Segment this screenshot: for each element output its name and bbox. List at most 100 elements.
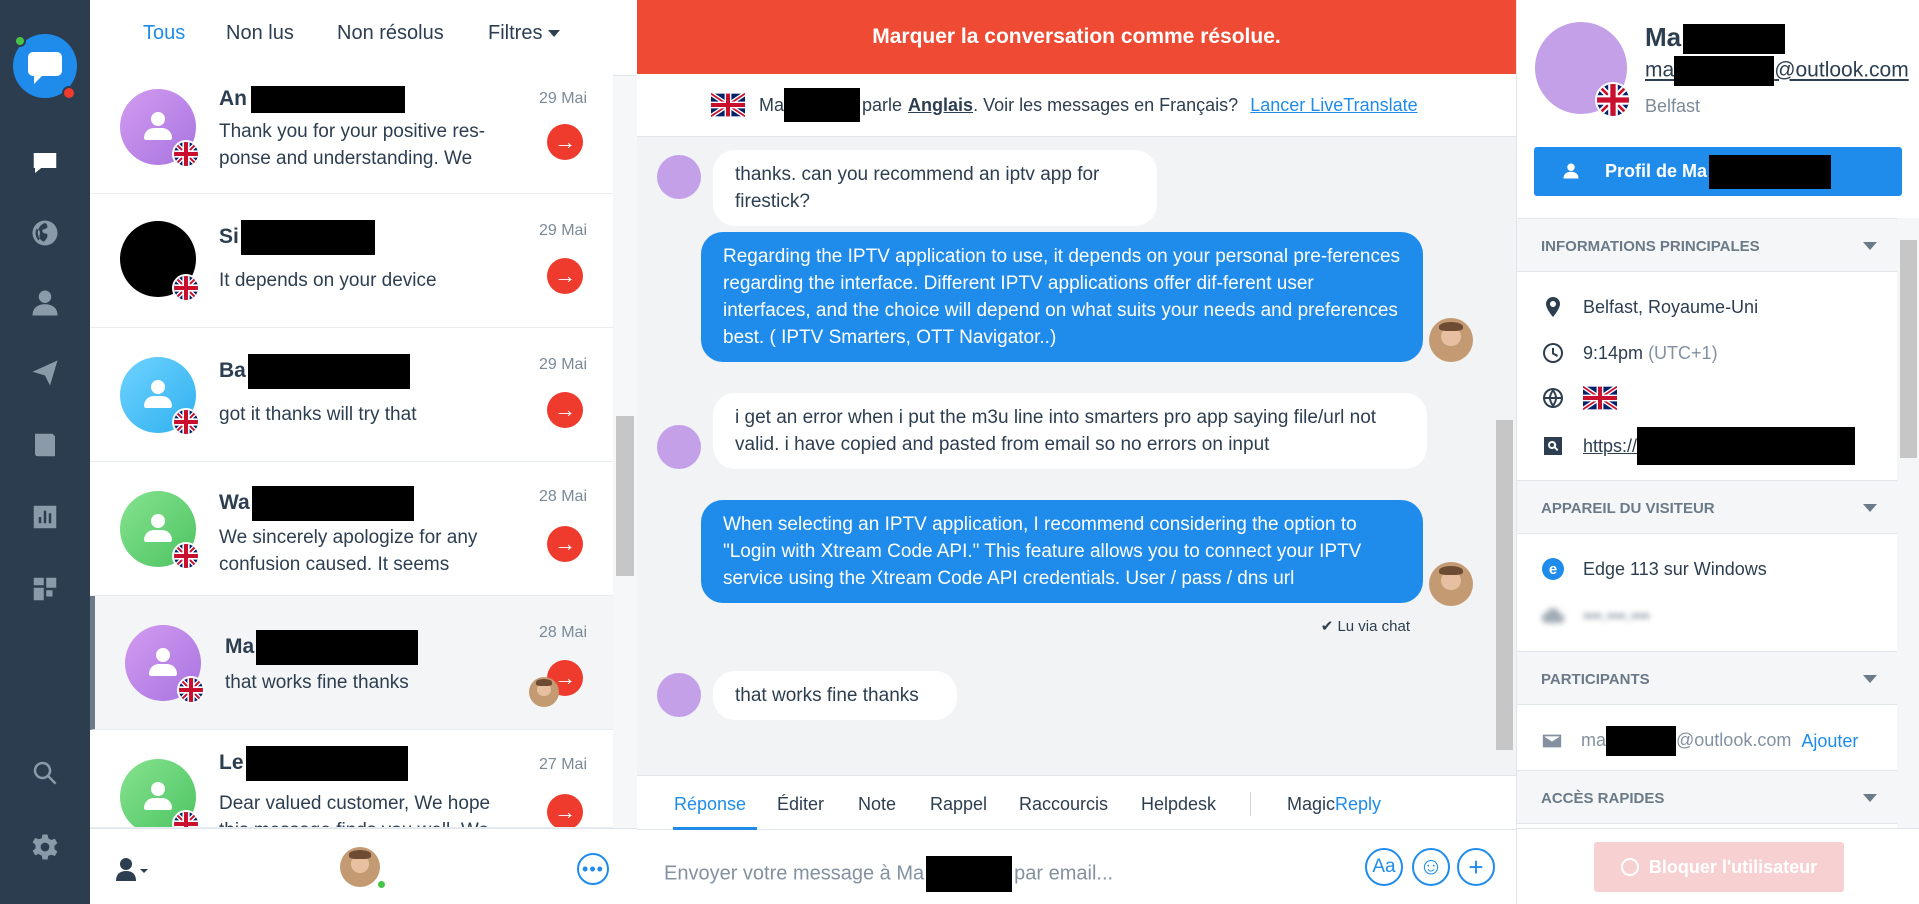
globe-icon[interactable]: [28, 216, 62, 250]
block-user-button[interactable]: Bloquer l'utilisateur: [1594, 842, 1844, 892]
user-icon: [1563, 163, 1579, 179]
tab-reminder[interactable]: Rappel: [930, 794, 987, 815]
chevron-down-icon: [548, 30, 561, 38]
read-receipt: ✔ Lu via chat: [1320, 618, 1410, 635]
open-arrow-icon[interactable]: →: [547, 124, 583, 160]
side-panel-scrollbar[interactable]: [1897, 218, 1919, 828]
search-icon[interactable]: [28, 756, 62, 790]
agent-message: When selecting an IPTV application, I re…: [701, 500, 1423, 603]
composer-placeholder[interactable]: Envoyer votre message à Ma par email...: [664, 856, 1113, 892]
scrollbar-thumb[interactable]: [1900, 240, 1917, 458]
knowledge-book-icon[interactable]: [28, 428, 62, 462]
visitor-profile-button[interactable]: Profil de Ma: [1534, 147, 1902, 196]
speaks-label: parle: [862, 94, 903, 115]
section-title: Participants: [1541, 671, 1650, 688]
tab-filters[interactable]: Filtres: [488, 22, 561, 45]
user-icon: [149, 648, 177, 678]
message-composer[interactable]: Envoyer votre message à Ma par email... A…: [637, 830, 1516, 904]
uk-flag-icon: [711, 93, 745, 117]
tab-all[interactable]: Tous: [143, 22, 185, 45]
website-link[interactable]: https://: [1583, 436, 1637, 457]
profile-button-label: Profil de Ma: [1604, 161, 1707, 181]
timezone-text: (UTC+1): [1648, 342, 1718, 363]
visitor-avatar-small: [657, 673, 701, 717]
tab-reply[interactable]: Réponse: [674, 794, 746, 815]
participant-row: ma @outlook.com Ajouter: [1541, 726, 1858, 756]
emoji-icon[interactable]: ☺: [1412, 848, 1450, 886]
user-icon: [144, 112, 172, 142]
translation-bar: Ma parle Anglais . Voir les messages en …: [637, 74, 1516, 137]
open-arrow-icon[interactable]: →: [547, 526, 583, 562]
visitor-website[interactable]: https://: [1541, 427, 1856, 465]
tab-note[interactable]: Note: [858, 794, 896, 815]
conversation-date: 28 Mai: [538, 488, 587, 505]
open-arrow-icon[interactable]: →: [547, 392, 583, 428]
online-status-dot: [14, 35, 26, 47]
conversation-preview: Dear valued customer, We hope this messa…: [219, 793, 491, 827]
tab-magic-reply[interactable]: MagicReply: [1287, 794, 1381, 815]
agent-online-dot: [376, 879, 387, 890]
current-agent-avatar[interactable]: [340, 847, 380, 887]
user-icon: [671, 168, 688, 186]
scrollbar-thumb[interactable]: [1496, 420, 1513, 750]
tab-edit[interactable]: Éditer: [777, 794, 824, 815]
resolve-conversation-button[interactable]: Marquer la conversation comme résolue.: [637, 0, 1516, 74]
text-format-icon[interactable]: Aa: [1365, 848, 1403, 886]
conversation-item[interactable]: An 29 Mai Thank you for your positive re…: [90, 60, 613, 194]
block-button-label: Bloquer l'utilisateur: [1648, 856, 1818, 877]
conversation-name: Le: [219, 746, 408, 781]
agent-avatar: [1429, 318, 1473, 362]
plugins-grid-icon[interactable]: [28, 572, 62, 606]
tab-unresolved[interactable]: Non résolus: [337, 22, 444, 45]
section-main-info[interactable]: Informations principales: [1517, 218, 1897, 272]
contacts-icon[interactable]: [28, 286, 62, 320]
section-title: Informations principales: [1541, 238, 1760, 255]
conversation-item[interactable]: Si 29 Mai It depends on your device →: [90, 194, 613, 328]
inbox-icon[interactable]: [28, 146, 62, 180]
conversation-item-selected[interactable]: Ma 28 Mai that works fine thanks →: [90, 596, 613, 730]
conversation-list-scrollbar[interactable]: [613, 76, 637, 828]
conversation-name: Wa: [219, 486, 414, 521]
conversation-item[interactable]: Le 27 Mai Dear valued customer, We hope …: [90, 730, 613, 828]
conversation-date: 29 Mai: [538, 90, 587, 107]
scrollbar-thumb[interactable]: [616, 416, 634, 576]
conversation-preview: It depends on your device: [219, 270, 437, 291]
conversation-item[interactable]: Ba 29 Mai got it thanks will try that →: [90, 328, 613, 462]
visitor-email[interactable]: ma @outlook.com: [1645, 56, 1909, 86]
block-icon: [1620, 858, 1639, 876]
uk-flag-icon: [1583, 386, 1617, 410]
conversation-date: 27 Mai: [538, 756, 587, 773]
section-quick-access[interactable]: Accès rapides: [1517, 770, 1897, 824]
tab-unread[interactable]: Non lus: [226, 22, 294, 45]
reply-label: Reply: [1335, 794, 1382, 814]
live-translate-link[interactable]: Lancer LiveTranslate: [1250, 95, 1417, 116]
user-icon: [144, 380, 172, 410]
uk-flag-icon: [172, 810, 200, 827]
conversation-item[interactable]: Wa 28 Mai We sincerely apologize for any…: [90, 462, 613, 596]
conversation-list-panel: Tous Non lus Non résolus Filtres An 29 M…: [90, 0, 637, 904]
agent-status-person-icon[interactable]: [116, 857, 150, 888]
analytics-chart-icon[interactable]: [28, 500, 62, 534]
more-options-icon[interactable]: •••: [577, 853, 609, 885]
conversation-name: Ba: [219, 354, 410, 389]
conversation-preview: that works fine thanks: [225, 672, 409, 693]
visitor-name-short: Ma: [759, 94, 785, 115]
placeholder-part-a: Envoyer votre message à Ma: [664, 862, 925, 885]
add-participant-button[interactable]: Ajouter: [1801, 731, 1858, 752]
settings-gear-icon[interactable]: [28, 830, 62, 864]
reply-mode-tabs: Réponse Éditer Note Rappel Raccourcis He…: [637, 775, 1516, 831]
agent-avatar: [529, 677, 559, 707]
campaigns-send-icon[interactable]: [28, 356, 62, 390]
translate-prompt: . Voir les messages en Français?: [973, 94, 1239, 115]
tab-shortcuts[interactable]: Raccourcis: [1019, 794, 1108, 815]
section-participants[interactable]: Participants: [1517, 651, 1897, 705]
cloud-icon: [1541, 608, 1565, 624]
chat-scrollbar[interactable]: [1493, 137, 1516, 775]
open-arrow-icon[interactable]: →: [547, 258, 583, 294]
add-attachment-icon[interactable]: +: [1457, 848, 1495, 886]
tab-helpdesk[interactable]: Helpdesk: [1141, 794, 1216, 815]
section-visitor-device[interactable]: Appareil du visiteur: [1517, 480, 1897, 534]
open-arrow-icon[interactable]: →: [547, 794, 583, 827]
conversation-list-footer: •••: [90, 828, 637, 904]
conversation-name: An: [219, 86, 405, 113]
